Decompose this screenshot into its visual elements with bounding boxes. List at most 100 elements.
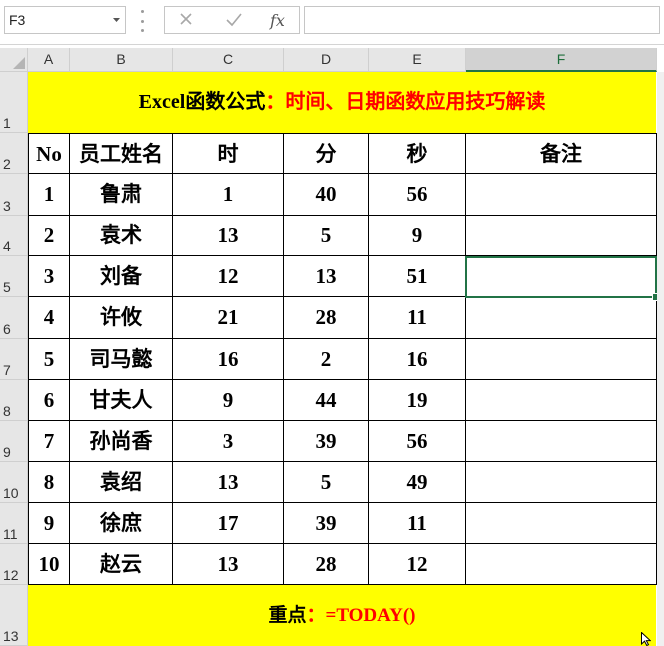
cell-hour[interactable]: 16 [173, 339, 284, 380]
header-cell-minute[interactable]: 分 [284, 133, 369, 174]
cell-no[interactable]: 5 [28, 339, 70, 380]
row-header-13[interactable]: 13 [0, 585, 28, 646]
cell-name[interactable]: 赵云 [70, 544, 173, 585]
cell-minute[interactable]: 28 [284, 544, 369, 585]
cell-remark[interactable] [466, 503, 657, 544]
row-header-1[interactable]: 1 [0, 72, 28, 133]
cell-second[interactable]: 51 [369, 256, 466, 297]
cell-no[interactable]: 3 [28, 256, 70, 297]
cell-hour[interactable]: 12 [173, 256, 284, 297]
row-header-6[interactable]: 6 [0, 297, 28, 339]
cell-hour[interactable]: 13 [173, 216, 284, 256]
cell-remark[interactable] [466, 216, 657, 256]
cell-no[interactable]: 6 [28, 380, 70, 421]
cell-no[interactable]: 2 [28, 216, 70, 256]
row-header-9[interactable]: 9 [0, 421, 28, 462]
row-header-12[interactable]: 12 [0, 544, 28, 585]
header-cell-remark[interactable]: 备注 [466, 133, 657, 174]
cell-second[interactable]: 49 [369, 462, 466, 503]
row-header-11[interactable]: 11 [0, 503, 28, 544]
vertical-scrollbar[interactable] [657, 72, 664, 646]
cell-remark[interactable] [466, 174, 657, 216]
row-header-7[interactable]: 7 [0, 339, 28, 380]
title-prefix: Excel函数公式 [138, 91, 266, 113]
cell-remark[interactable] [466, 544, 657, 585]
name-box[interactable]: F3 [4, 6, 126, 34]
cell-name[interactable]: 甘夫人 [70, 380, 173, 421]
cell-minute[interactable]: 2 [284, 339, 369, 380]
cell-remark[interactable] [466, 339, 657, 380]
header-cell-name[interactable]: 员工姓名 [70, 133, 173, 174]
cell-minute[interactable]: 40 [284, 174, 369, 216]
formula-buttons: fx [164, 6, 300, 34]
header-cell-second[interactable]: 秒 [369, 133, 466, 174]
select-all-button[interactable] [0, 48, 28, 72]
cell-second[interactable]: 56 [369, 174, 466, 216]
cell-hour[interactable]: 13 [173, 462, 284, 503]
header-cell-hour[interactable]: 时 [173, 133, 284, 174]
cell-name[interactable]: 许攸 [70, 297, 173, 339]
cell-minute[interactable]: 44 [284, 380, 369, 421]
column-header-c[interactable]: C [173, 48, 284, 72]
cell-second[interactable]: 12 [369, 544, 466, 585]
formula-input[interactable] [304, 6, 660, 34]
cell-remark[interactable] [466, 421, 657, 462]
key-point-banner[interactable]: 重点：=TODAY() [28, 585, 656, 646]
cell-name[interactable]: 孙尚香 [70, 421, 173, 462]
cell-hour[interactable]: 13 [173, 544, 284, 585]
cell-second[interactable]: 56 [369, 421, 466, 462]
key-point-label: 重点 [268, 605, 307, 626]
cell-minute[interactable]: 5 [284, 462, 369, 503]
cell-name[interactable]: 袁术 [70, 216, 173, 256]
cell-name[interactable]: 司马懿 [70, 339, 173, 380]
cell-no[interactable]: 1 [28, 174, 70, 216]
row-header-4[interactable]: 4 [0, 216, 28, 256]
row-header-5[interactable]: 5 [0, 256, 28, 297]
close-icon[interactable] [171, 7, 201, 33]
column-header-a[interactable]: A [28, 48, 70, 72]
cell-second[interactable]: 11 [369, 503, 466, 544]
cell-minute[interactable]: 28 [284, 297, 369, 339]
column-header-f[interactable]: F [466, 48, 657, 72]
cell-second[interactable]: 9 [369, 216, 466, 256]
key-point-formula: ：=TODAY() [306, 605, 416, 626]
cell-second[interactable]: 19 [369, 380, 466, 421]
cell-remark[interactable] [466, 380, 657, 421]
header-cell-no[interactable]: No [28, 133, 70, 174]
cell-remark[interactable] [466, 256, 657, 297]
chevron-down-icon[interactable] [112, 7, 121, 43]
row-header-2[interactable]: 2 [0, 133, 28, 174]
cell-hour[interactable]: 17 [173, 503, 284, 544]
cell-no[interactable]: 9 [28, 503, 70, 544]
cell-name[interactable]: 徐庶 [70, 503, 173, 544]
row-header-10[interactable]: 10 [0, 462, 28, 503]
row-header-8[interactable]: 8 [0, 380, 28, 421]
cell-remark[interactable] [466, 297, 657, 339]
cell-name[interactable]: 刘备 [70, 256, 173, 297]
cell-no[interactable]: 7 [28, 421, 70, 462]
checkmark-icon[interactable] [219, 7, 249, 33]
cell-minute[interactable]: 13 [284, 256, 369, 297]
cell-hour[interactable]: 21 [173, 297, 284, 339]
cell-second[interactable]: 16 [369, 339, 466, 380]
cell-remark[interactable] [466, 462, 657, 503]
cell-no[interactable]: 10 [28, 544, 70, 585]
cell-name[interactable]: 鲁肃 [70, 174, 173, 216]
cell-no[interactable]: 8 [28, 462, 70, 503]
cell-no[interactable]: 4 [28, 297, 70, 339]
cell-hour[interactable]: 1 [173, 174, 284, 216]
column-header-d[interactable]: D [284, 48, 369, 72]
cell-hour[interactable]: 3 [173, 421, 284, 462]
row-header-3[interactable]: 3 [0, 174, 28, 216]
cell-name[interactable]: 袁绍 [70, 462, 173, 503]
cell-minute[interactable]: 39 [284, 503, 369, 544]
column-header-e[interactable]: E [369, 48, 466, 72]
cell-hour[interactable]: 9 [173, 380, 284, 421]
cell-second[interactable]: 11 [369, 297, 466, 339]
page-title[interactable]: Excel函数公式：时间、日期函数应用技巧解读 [28, 72, 656, 133]
fx-icon[interactable]: fx [263, 7, 293, 33]
cell-minute[interactable]: 39 [284, 421, 369, 462]
cell-minute[interactable]: 5 [284, 216, 369, 256]
column-header-b[interactable]: B [70, 48, 173, 72]
grip-dots-icon[interactable] [140, 10, 144, 32]
